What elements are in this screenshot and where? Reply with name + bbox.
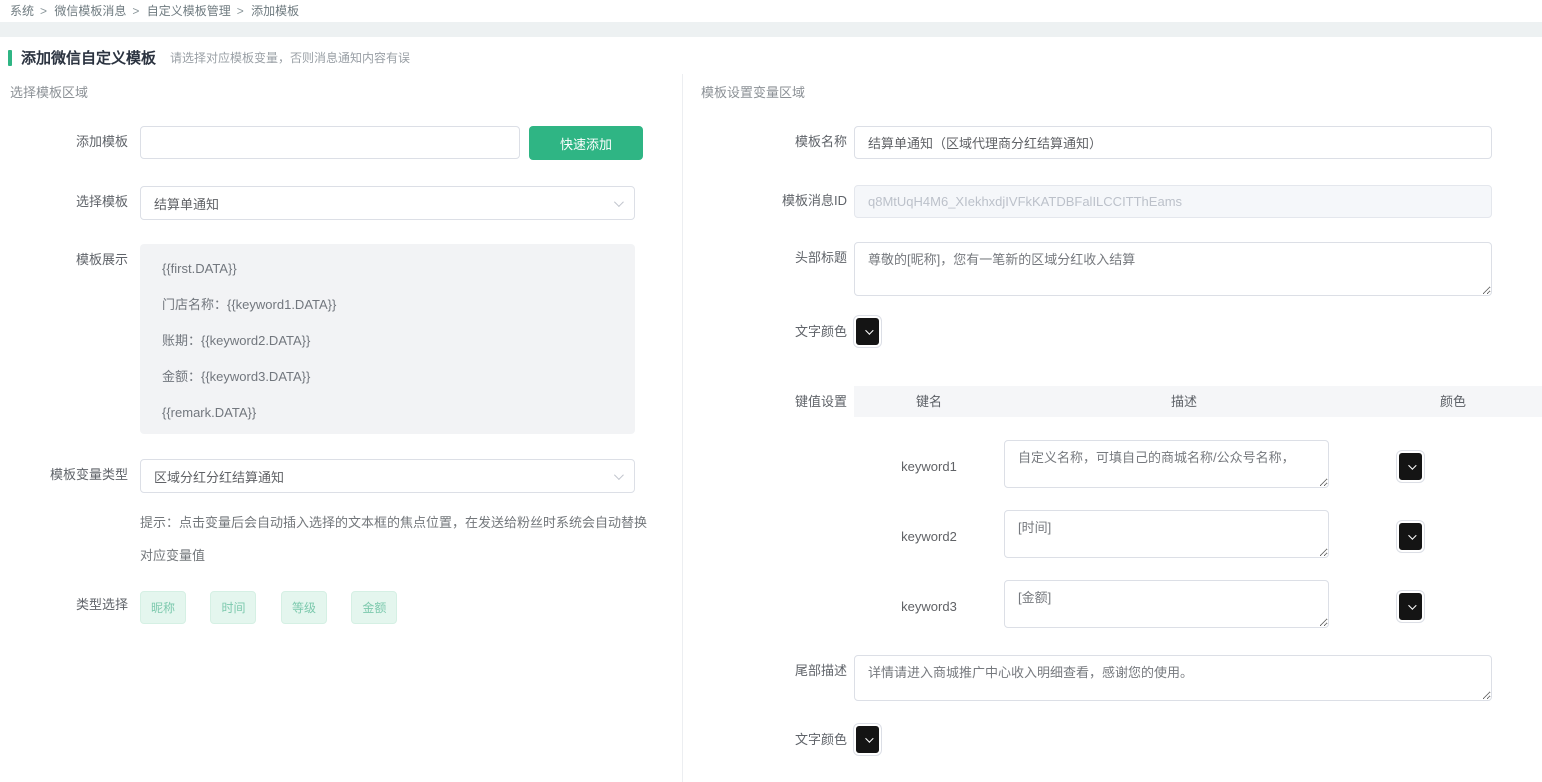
- keyvalue-table: 键名 描述 颜色 keyword1 自定义名称，可填自己的商城名称/公众号名称，: [854, 386, 1542, 633]
- variable-type-row: 模板变量类型 区域分红分红结算通知 提示：点击变量后会自动插入选择的文本框的焦点…: [0, 459, 682, 572]
- preview-line: 门店名称：{{keyword1.DATA}}: [162, 298, 613, 311]
- kv-key-keyword3: keyword3: [854, 599, 1004, 614]
- preview-line: 金额：{{keyword3.DATA}}: [162, 370, 613, 383]
- breadcrumb-separator: >: [237, 4, 244, 18]
- header-title-row: 头部标题 尊敬的[昵称]，您有一笔新的区域分红收入结算: [701, 242, 1542, 296]
- text-color-top-picker-button[interactable]: [854, 316, 881, 347]
- template-id-row: 模板消息ID: [701, 185, 1542, 218]
- add-template-row: 添加模板 快速添加: [0, 126, 682, 160]
- template-variable-section: 模板设置变量区域 模板名称 模板消息ID 头部标题 尊敬的[昵称]，您有一笔新的…: [683, 74, 1542, 782]
- select-template-dropdown[interactable]: 结算单通知: [140, 186, 635, 220]
- table-row: keyword2 [时间]: [854, 510, 1542, 563]
- top-divider-strip: [0, 22, 1542, 37]
- type-select-label: 类型选择: [0, 591, 128, 619]
- page-header: 添加微信自定义模板 请选择对应模板变量，否则消息通知内容有误: [0, 37, 1542, 74]
- add-template-input[interactable]: [140, 126, 520, 159]
- kv-col-description: 描述: [1004, 386, 1364, 417]
- header-title-textarea[interactable]: 尊敬的[昵称]，您有一笔新的区域分红收入结算: [854, 242, 1492, 296]
- variable-type-label: 模板变量类型: [0, 459, 128, 491]
- add-template-label: 添加模板: [0, 126, 128, 158]
- select-template-value: 结算单通知: [154, 194, 219, 213]
- template-name-label: 模板名称: [701, 126, 847, 158]
- page-title: 添加微信自定义模板: [21, 47, 156, 68]
- kv-col-color: 颜色: [1364, 386, 1542, 417]
- kv-color-keyword3-picker-button[interactable]: [1397, 591, 1424, 622]
- footer-desc-row: 尾部描述 详情请进入商城推广中心收入明细查看，感谢您的使用。: [701, 655, 1542, 701]
- accent-bar: [8, 50, 12, 66]
- kv-desc-keyword3-textarea[interactable]: [金额]: [1004, 580, 1329, 628]
- chevron-down-icon: [865, 326, 873, 334]
- kv-col-keyname: 键名: [854, 386, 1004, 417]
- chevron-down-icon: [614, 197, 624, 207]
- header-title-label: 头部标题: [701, 242, 847, 274]
- breadcrumb-separator: >: [40, 4, 47, 18]
- type-tag-time[interactable]: 时间: [210, 591, 256, 624]
- chevron-down-icon: [1408, 601, 1416, 609]
- template-preview-label: 模板展示: [0, 244, 128, 276]
- footer-desc-textarea[interactable]: 详情请进入商城推广中心收入明细查看，感谢您的使用。: [854, 655, 1492, 701]
- template-id-input: [854, 185, 1492, 218]
- variable-type-dropdown[interactable]: 区域分红分红结算通知: [140, 459, 635, 493]
- table-row: keyword1 自定义名称，可填自己的商城名称/公众号名称，: [854, 440, 1542, 493]
- text-color-top-row: 文字颜色: [701, 316, 1542, 347]
- kv-desc-keyword2-textarea[interactable]: [时间]: [1004, 510, 1329, 558]
- preview-line: 账期：{{keyword2.DATA}}: [162, 334, 613, 347]
- breadcrumb-item-add-template: 添加模板: [251, 4, 299, 18]
- chevron-down-icon: [614, 470, 624, 480]
- keyvalue-settings-label: 键值设置: [701, 386, 847, 418]
- select-template-row: 选择模板 结算单通知: [0, 186, 682, 220]
- chevron-down-icon: [865, 734, 873, 742]
- type-tag-amount[interactable]: 金额: [351, 591, 397, 624]
- text-color-bottom-label: 文字颜色: [701, 724, 847, 755]
- kv-color-keyword2-picker-button[interactable]: [1397, 521, 1424, 552]
- template-select-section: 选择模板区域 添加模板 快速添加 选择模板 结算单通知 模板展示 {{first…: [0, 74, 683, 782]
- quick-add-button[interactable]: 快速添加: [529, 126, 643, 160]
- breadcrumb-item-custom-template-mgmt[interactable]: 自定义模板管理: [147, 4, 231, 18]
- template-name-input[interactable]: [854, 126, 1492, 159]
- breadcrumb-item-system[interactable]: 系统: [10, 4, 34, 18]
- footer-desc-label: 尾部描述: [701, 655, 847, 687]
- kv-desc-keyword1-textarea[interactable]: 自定义名称，可填自己的商城名称/公众号名称，: [1004, 440, 1329, 488]
- text-color-top-label: 文字颜色: [701, 316, 847, 347]
- kv-key-keyword2: keyword2: [854, 529, 1004, 544]
- template-id-label: 模板消息ID: [701, 185, 847, 217]
- text-color-bottom-row: 文字颜色: [701, 724, 1542, 755]
- breadcrumb-item-wechat-template-msg[interactable]: 微信模板消息: [54, 4, 126, 18]
- kv-key-keyword1: keyword1: [854, 459, 1004, 474]
- text-color-bottom-picker-button[interactable]: [854, 724, 881, 755]
- type-tag-level[interactable]: 等级: [281, 591, 327, 624]
- right-section-title: 模板设置变量区域: [701, 82, 1542, 101]
- type-tag-nickname[interactable]: 昵称: [140, 591, 186, 624]
- template-name-row: 模板名称: [701, 126, 1542, 159]
- variable-type-value: 区域分红分红结算通知: [154, 467, 284, 486]
- type-tags: 昵称 时间 等级 金额: [140, 591, 417, 624]
- chevron-down-icon: [1408, 531, 1416, 539]
- table-row: keyword3 [金额]: [854, 580, 1542, 633]
- left-section-title: 选择模板区域: [10, 82, 682, 101]
- kv-color-keyword1-picker-button[interactable]: [1397, 451, 1424, 482]
- breadcrumb: 系统 > 微信模板消息 > 自定义模板管理 > 添加模板: [0, 0, 1542, 22]
- breadcrumb-separator: >: [132, 4, 139, 18]
- keyvalue-settings-row: 键值设置 键名 描述 颜色 keyword1 自定义名称，可填自己的商城名称/公…: [701, 386, 1542, 633]
- preview-line: {{remark.DATA}}: [162, 406, 613, 419]
- template-preview-row: 模板展示 {{first.DATA}} 门店名称：{{keyword1.DATA…: [0, 244, 682, 434]
- preview-line: {{first.DATA}}: [162, 262, 613, 275]
- template-preview-box: {{first.DATA}} 门店名称：{{keyword1.DATA}} 账期…: [140, 244, 635, 434]
- select-template-label: 选择模板: [0, 186, 128, 218]
- page-subtitle: 请选择对应模板变量，否则消息通知内容有误: [170, 49, 410, 66]
- chevron-down-icon: [1408, 461, 1416, 469]
- keyvalue-table-header: 键名 描述 颜色: [854, 386, 1542, 417]
- variable-type-tip: 提示：点击变量后会自动插入选择的文本框的焦点位置，在发送给粉丝时系统会自动替换对…: [140, 506, 648, 572]
- type-select-row: 类型选择 昵称 时间 等级 金额: [0, 591, 682, 624]
